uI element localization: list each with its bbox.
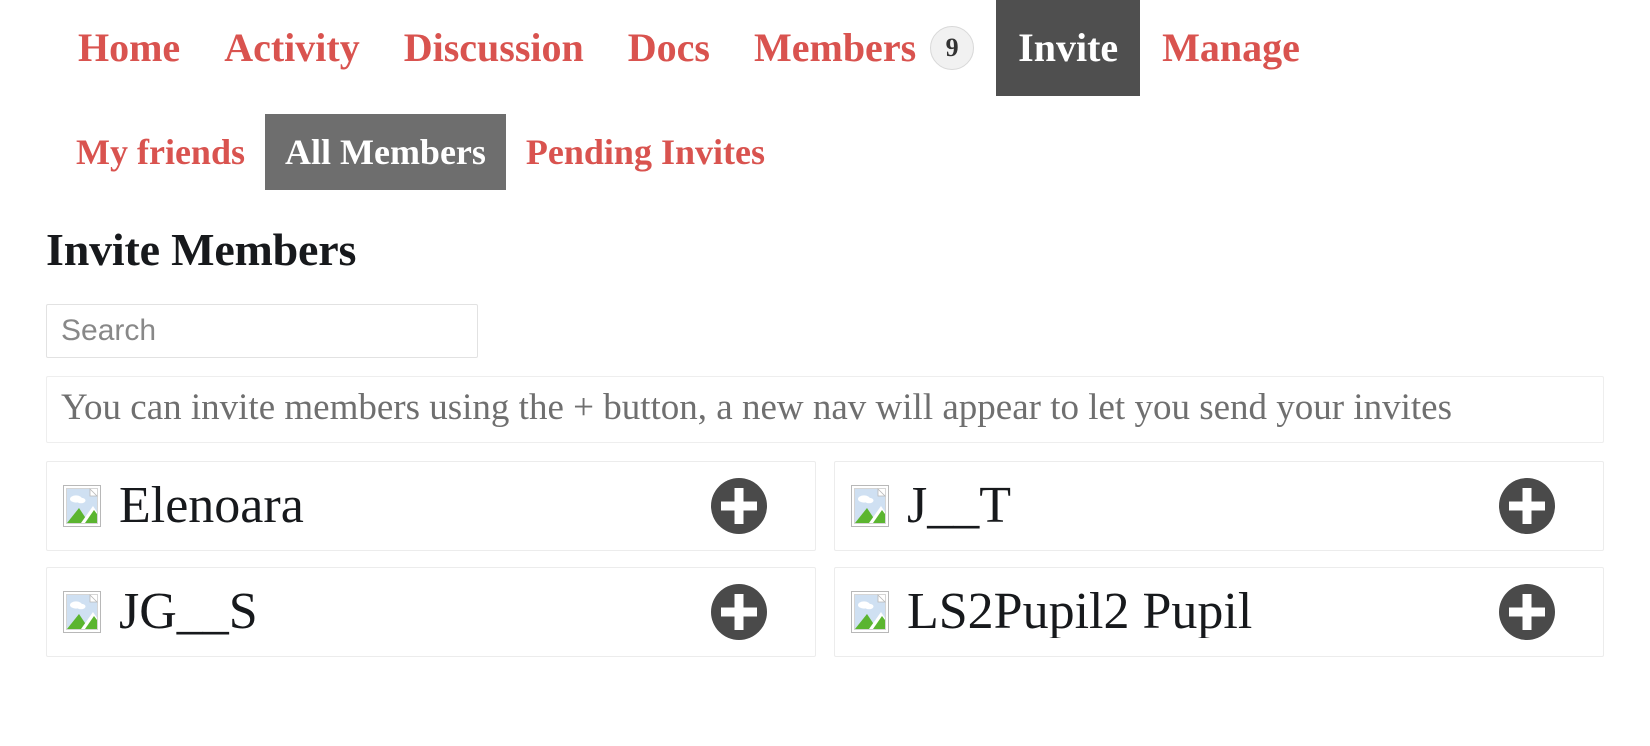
member-card[interactable]: J__T — [834, 461, 1604, 552]
group-nav-item-label: Members — [753, 25, 917, 70]
group-nav-item-docs[interactable]: Docs — [606, 0, 732, 96]
broken-image-icon — [63, 591, 101, 634]
broken-image-icon — [851, 485, 889, 528]
group-nav-item-label: Home — [78, 25, 181, 70]
group-nav-item-label: Docs — [627, 25, 710, 70]
group-nav-item-invite[interactable]: Invite — [996, 0, 1141, 96]
invite-help-message: You can invite members using the + butto… — [46, 376, 1604, 444]
search-input[interactable] — [46, 304, 478, 359]
member-card[interactable]: Elenoara — [46, 461, 816, 552]
members-count-badge: 9 — [930, 26, 975, 70]
members-sub-nav: My friends All Members Pending Invites — [0, 114, 1650, 190]
group-nav-item-label: Invite — [1018, 25, 1119, 70]
member-card[interactable]: JG__S — [46, 567, 816, 658]
group-nav: Home Activity Discussion Docs Members 9 Invite… — [0, 0, 1650, 96]
invite-members-page: Home Activity Discussion Docs Members 9 Invite… — [0, 0, 1650, 746]
group-nav-item-label: Activity — [224, 25, 360, 70]
search-container — [46, 304, 1604, 359]
member-list: Elenoara J__T JG__S LS2Pupil2 Pupil — [46, 461, 1604, 658]
group-nav-item-members[interactable]: Members 9 — [732, 0, 996, 96]
main-content: Invite Members You can invite members us… — [0, 224, 1650, 658]
group-nav-item-label: Manage — [1162, 25, 1300, 70]
group-nav-item-home[interactable]: Home — [56, 0, 202, 96]
invite-plus-button[interactable] — [1497, 582, 1557, 642]
sub-nav-item-pending-invites[interactable]: Pending Invites — [506, 114, 785, 190]
member-name: JG__S — [119, 586, 258, 639]
group-nav-item-label: Discussion — [403, 25, 584, 70]
member-name: J__T — [907, 480, 1011, 533]
invite-plus-button[interactable] — [709, 476, 769, 536]
group-nav-item-manage[interactable]: Manage — [1140, 0, 1322, 96]
broken-image-icon — [63, 485, 101, 528]
invite-plus-button[interactable] — [709, 582, 769, 642]
invite-plus-button[interactable] — [1497, 476, 1557, 536]
group-nav-item-discussion[interactable]: Discussion — [382, 0, 606, 96]
sub-nav-item-my-friends[interactable]: My friends — [56, 114, 265, 190]
member-name: Elenoara — [119, 480, 304, 533]
broken-image-icon — [851, 591, 889, 634]
sub-nav-item-all-members[interactable]: All Members — [264, 114, 506, 190]
group-nav-item-activity[interactable]: Activity — [202, 0, 382, 96]
member-name: LS2Pupil2 Pupil — [907, 586, 1253, 639]
member-card[interactable]: LS2Pupil2 Pupil — [834, 567, 1604, 658]
page-title: Invite Members — [46, 224, 357, 275]
